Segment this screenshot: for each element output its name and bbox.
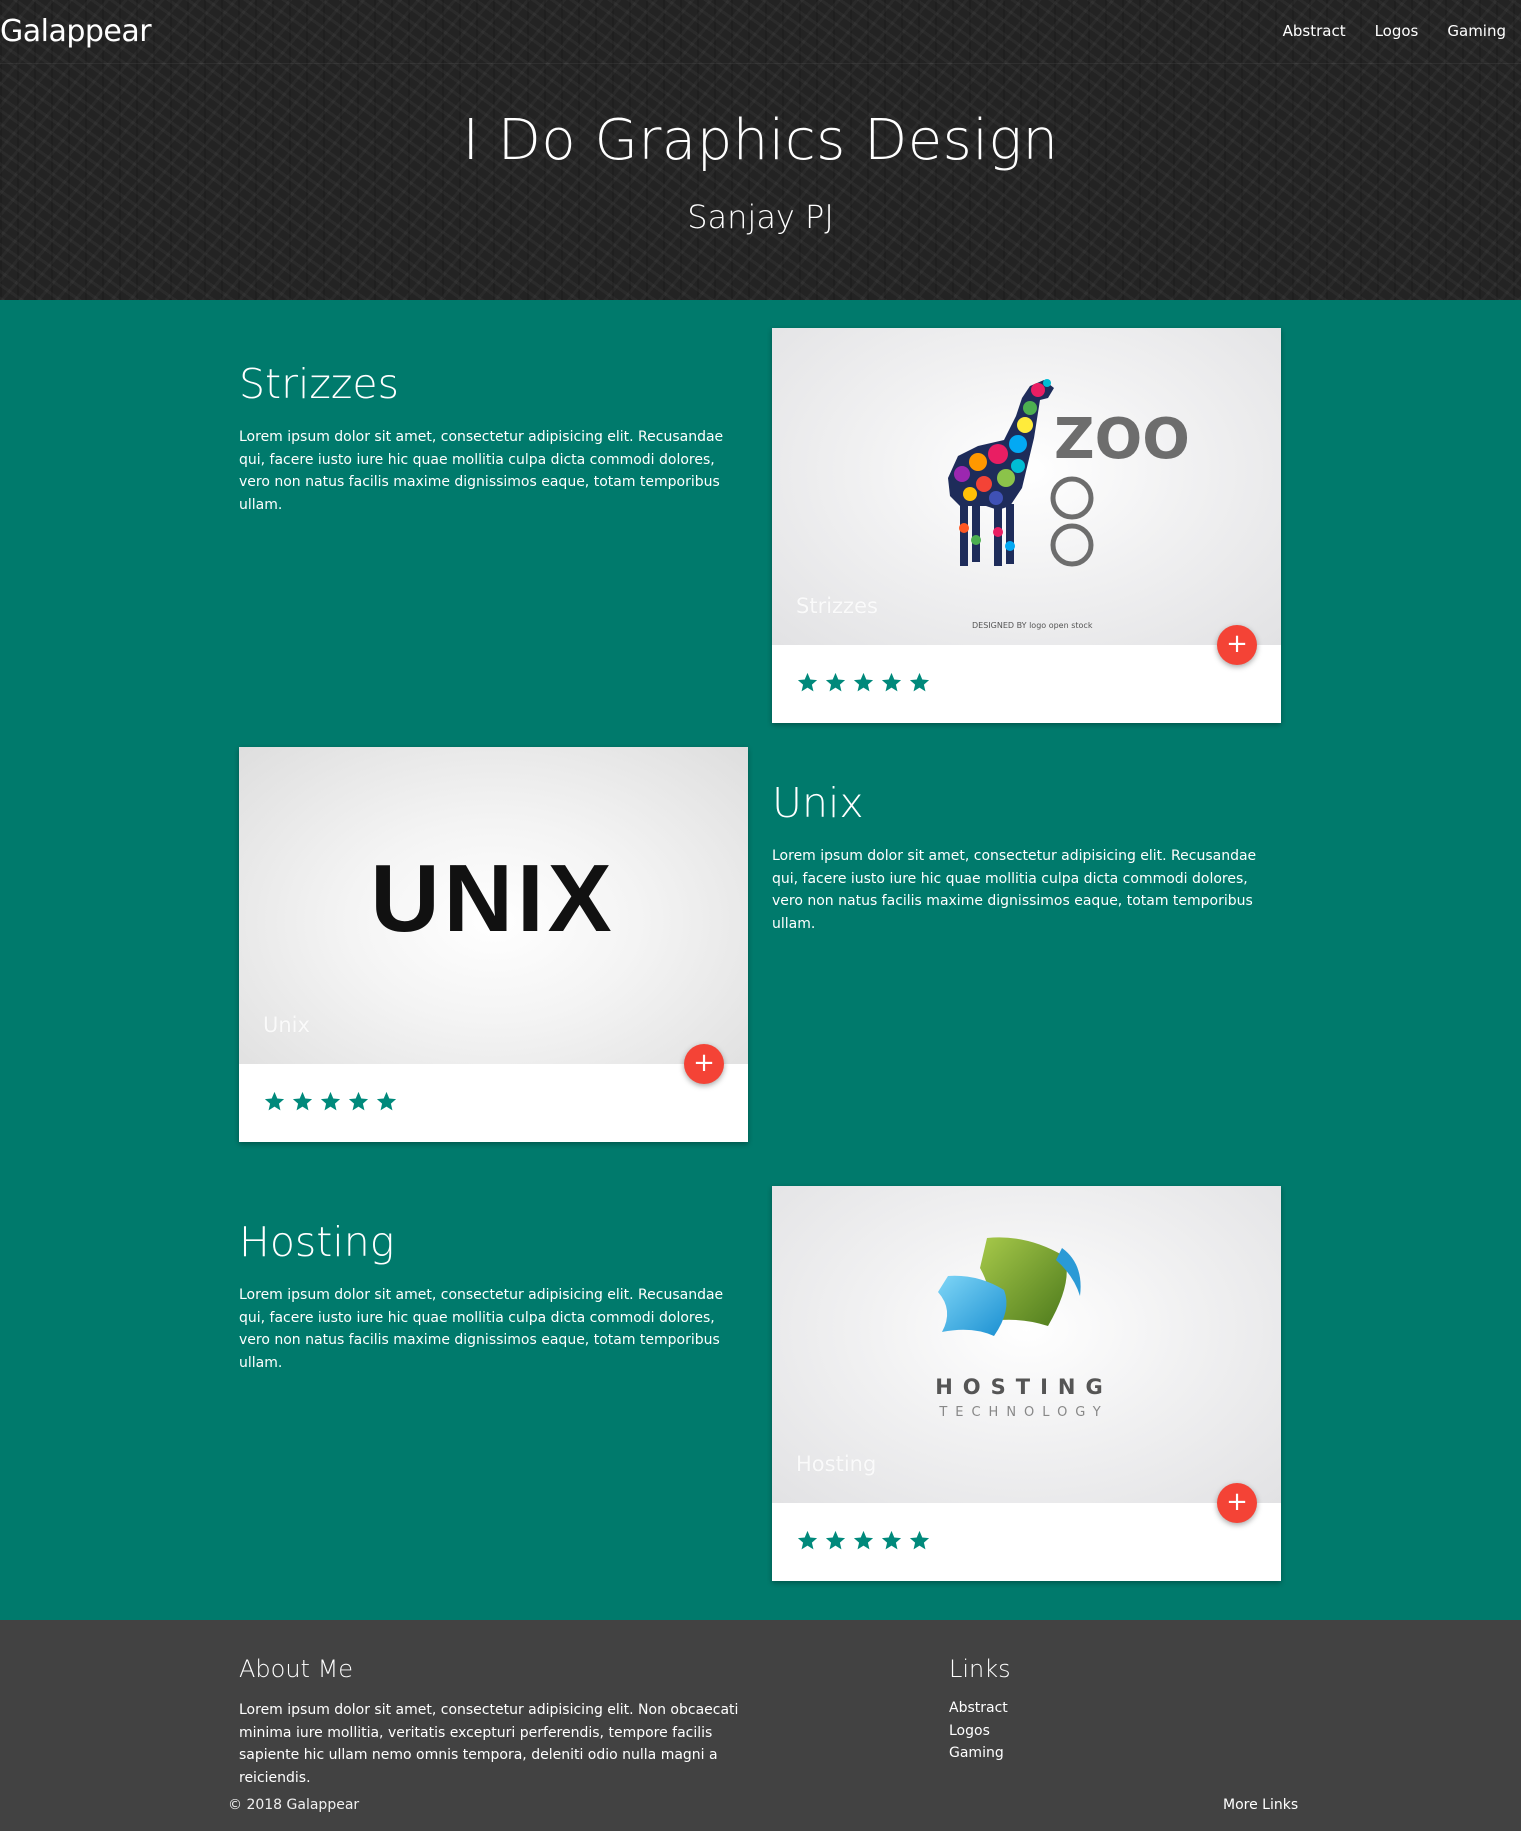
card-title: Strizzes [796,594,878,618]
star-icon [909,672,930,692]
section-description: Lorem ipsum dolor sit amet, consectetur … [239,429,724,513]
hosting-logo-subtext: TECHNOLOGY [938,1405,1108,1420]
more-links-link[interactable]: More Links [1223,1797,1298,1813]
star-icon [881,672,902,692]
unix-logo-icon: UNIX [370,845,615,952]
star-icon [853,672,874,692]
star-icon [376,1091,397,1111]
star-icon [853,1530,874,1550]
star-icon [881,1530,902,1550]
unix-logo-text: UNIX [370,845,615,952]
nav-link-abstract[interactable]: Abstract [1283,22,1346,40]
hero-title: I Do Graphics Design [462,108,1059,173]
star-icon [348,1091,369,1111]
star-icon [825,672,846,692]
portfolio-card[interactable]: ZOO DESIGNED BY logo open stock Strizzes… [772,328,1281,723]
section-title: Strizzes [239,360,399,408]
star-icon [909,1530,930,1550]
section-title: Hosting [239,1218,395,1266]
hosting-logo-text: HOSTING [935,1375,1113,1399]
star-icon [797,1530,818,1550]
section-title: Unix [772,779,864,827]
logo-credit-text: DESIGNED BY logo open stock [972,621,1093,630]
copyright-text: © 2018 Galappear [228,1797,360,1813]
star-icon [264,1091,285,1111]
footer-link-logos[interactable]: Logos [949,1723,990,1739]
nav-links: Abstract Logos Gaming [1283,22,1506,40]
page-header: Galappear Abstract Logos Gaming I Do Gra… [0,0,1521,300]
section-description: Lorem ipsum dolor sit amet, consectetur … [239,1287,724,1371]
brand-logo[interactable]: Galappear [0,14,152,49]
star-icon [825,1530,846,1550]
star-rating [263,1090,398,1113]
star-icon [292,1091,313,1111]
footer-link-abstract[interactable]: Abstract [949,1700,1008,1716]
page-footer: About Me Lorem ipsum dolor sit amet, con… [0,1620,1521,1831]
card-title: Hosting [796,1452,877,1476]
section-description: Lorem ipsum dolor sit amet, consectetur … [772,848,1257,932]
card-image-unix-logo[interactable]: UNIX Unix [239,747,748,1064]
add-button[interactable]: + [1217,1483,1257,1523]
star-icon [320,1091,341,1111]
navbar: Galappear Abstract Logos Gaming [0,0,1521,64]
nav-link-logos[interactable]: Logos [1375,22,1419,40]
card-image-hosting-logo[interactable]: HOSTING TECHNOLOGY Hosting [772,1186,1281,1503]
card-title: Unix [263,1013,310,1037]
portfolio-card[interactable]: UNIX Unix + [239,747,748,1142]
footer-link-gaming[interactable]: Gaming [949,1745,1004,1761]
star-rating [796,1529,931,1552]
footer-about-title: About Me [239,1655,354,1683]
add-button[interactable]: + [684,1044,724,1084]
hero-subtitle: Sanjay PJ [687,198,834,236]
card-image-zoo-logo[interactable]: ZOO DESIGNED BY logo open stock Strizzes [772,328,1281,645]
footer-about-text: Lorem ipsum dolor sit amet, consectetur … [239,1702,739,1786]
zoo-logo-text: ZOO [1054,407,1190,472]
add-button[interactable]: + [1217,625,1257,665]
star-icon [797,672,818,692]
portfolio-card[interactable]: HOSTING TECHNOLOGY Hosting + [772,1186,1281,1581]
giraffe-icon [948,379,1054,566]
star-rating [796,671,931,694]
footer-links-title: Links [949,1655,1011,1683]
nav-link-gaming[interactable]: Gaming [1447,22,1506,40]
